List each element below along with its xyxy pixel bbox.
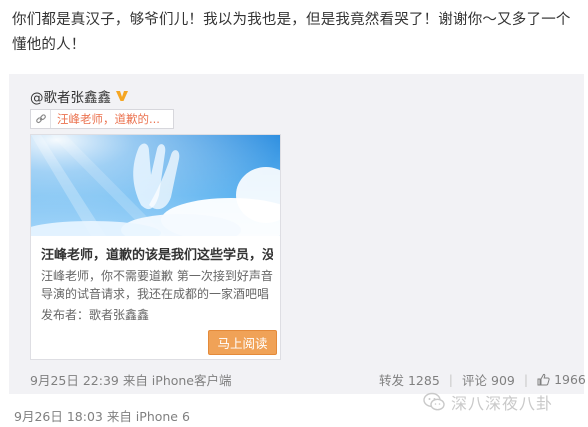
verified-v-icon — [116, 91, 128, 101]
link-icon — [31, 110, 51, 128]
thumbs-up-icon — [537, 373, 550, 386]
article-title[interactable]: 汪峰老师，道歉的该是我们这些学员，没... — [41, 244, 273, 263]
read-now-button[interactable]: 马上阅读 — [208, 330, 277, 355]
post-time-source[interactable]: 9月26日 18:03 来自 iPhone 6 — [14, 406, 190, 425]
like-count: 1966 — [554, 372, 586, 387]
divider: | — [448, 372, 454, 387]
repost-button[interactable]: 转发 1285 — [379, 370, 440, 389]
comment-button[interactable]: 评论 909 — [462, 370, 515, 389]
article-card[interactable]: 汪峰老师，道歉的该是我们这些学员，没... 汪峰老师，你不需要道歉 第一次接到好… — [30, 134, 281, 360]
watermark: 深八深夜八卦 — [423, 390, 553, 414]
article-desc-line: 导演的试音请求，我还在成都的一家酒吧唱 — [41, 287, 270, 301]
wechat-icon — [423, 392, 445, 411]
like-button[interactable]: 1966 — [537, 372, 586, 387]
weibo-post: 你们都是真汉子，够爷们儿！我以为我也是，但是我竟然看哭了！谢谢你～又多了一个懂他… — [0, 0, 588, 427]
watermark-text: 深八深夜八卦 — [451, 394, 554, 413]
post-text: 你们都是真汉子，够爷们儿！我以为我也是，但是我竟然看哭了！谢谢你～又多了一个懂他… — [12, 12, 571, 53]
author-name[interactable]: @歌者张鑫鑫 — [30, 86, 111, 106]
article-description: 汪峰老师，你不需要道歉 第一次接到好声音 导演的试音请求，我还在成都的一家酒吧唱 — [41, 267, 275, 303]
retweet-time-source[interactable]: 9月25日 22:39 来自 iPhone客户端 — [30, 370, 232, 389]
retweet-actions: 转发 1285 | 评论 909 | 1966 — [379, 370, 586, 389]
link-chip[interactable]: 汪峰老师，道歉的... — [30, 109, 174, 129]
retweet-author[interactable]: @歌者张鑫鑫 — [30, 86, 129, 106]
link-chip-label: 汪峰老师，道歉的... — [57, 112, 160, 126]
divider: | — [523, 372, 529, 387]
article-cover-image[interactable] — [31, 135, 280, 236]
article-desc-line: 汪峰老师，你不需要道歉 第一次接到好声音 — [41, 269, 273, 283]
article-publisher: 发布者：歌者张鑫鑫 — [41, 308, 150, 322]
